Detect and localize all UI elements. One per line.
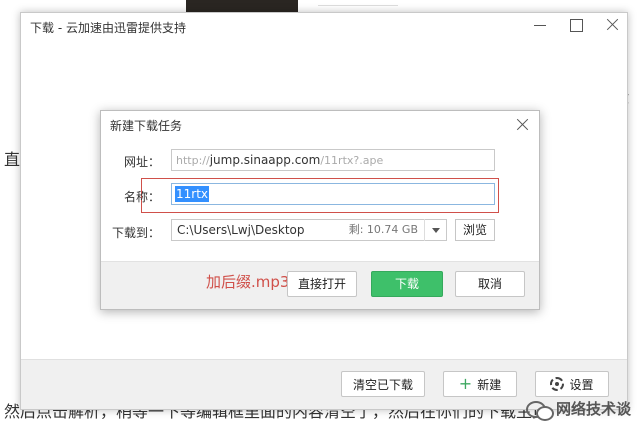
url-prefix: http:// — [176, 154, 210, 167]
new-task-label: 新建 — [477, 377, 502, 392]
dialog-action-bar: 加后缀.mp3 直接打开 下载 取消 — [101, 261, 539, 309]
name-input[interactable]: 11rtx — [171, 183, 495, 205]
background-text-fragment: 直 — [4, 150, 21, 169]
background-divider — [318, 0, 398, 6]
maximize-icon[interactable] — [569, 18, 583, 32]
clear-downloaded-button[interactable]: 清空已下载 — [341, 371, 425, 397]
clear-downloaded-label: 清空已下载 — [352, 377, 413, 392]
new-download-dialog: 新建下载任务 网址： http://jump.sinaapp.com/11rtx… — [100, 110, 540, 310]
new-task-button[interactable]: + 新建 — [443, 371, 517, 397]
url-host: jump.sinaapp.com — [209, 153, 321, 167]
gear-icon — [550, 377, 565, 391]
save-to-label: 下载到： — [111, 226, 160, 240]
free-space-text: 剩: 10.74 GB — [348, 223, 418, 236]
cancel-button[interactable]: 取消 — [455, 271, 525, 297]
settings-label: 设置 — [569, 377, 594, 392]
window-titlebar[interactable]: 下载 - 云加速由迅雷提供支持 — [21, 13, 627, 41]
name-selected-text: 11rtx — [175, 186, 210, 202]
browse-button[interactable]: 浏览 — [455, 219, 495, 241]
name-label: 名称： — [123, 190, 160, 204]
minimize-icon[interactable] — [533, 18, 547, 32]
wechat-icon — [526, 399, 554, 421]
download-button[interactable]: 下载 — [371, 271, 443, 297]
save-directory-path: C:\Users\Lwj\Desktop — [177, 223, 305, 237]
save-directory-field[interactable]: C:\Users\Lwj\Desktop 剩: 10.74 GB — [171, 219, 447, 241]
url-path: /11rtx?.ape — [320, 154, 384, 167]
background-thumbnail — [186, 0, 298, 12]
open-directly-button[interactable]: 直接打开 — [287, 271, 357, 297]
url-input[interactable]: http://jump.sinaapp.com/11rtx?.ape — [171, 149, 495, 171]
window-title: 下载 - 云加速由迅雷提供支持 — [30, 20, 186, 35]
dialog-close-icon[interactable] — [516, 118, 529, 131]
dropdown-caret-icon — [432, 227, 440, 233]
window-controls — [533, 18, 619, 32]
url-label: 网址： — [123, 155, 160, 169]
annotation-note: 加后缀.mp3 — [206, 273, 290, 291]
dialog-title: 新建下载任务 — [110, 119, 183, 133]
watermark-label: 网络技术谈 — [556, 400, 632, 418]
watermark: 网络技术谈 — [526, 398, 632, 421]
close-icon[interactable] — [605, 18, 619, 32]
directory-dropdown-button[interactable] — [424, 219, 447, 241]
settings-button[interactable]: 设置 — [535, 371, 609, 397]
plus-icon: + — [458, 374, 473, 393]
